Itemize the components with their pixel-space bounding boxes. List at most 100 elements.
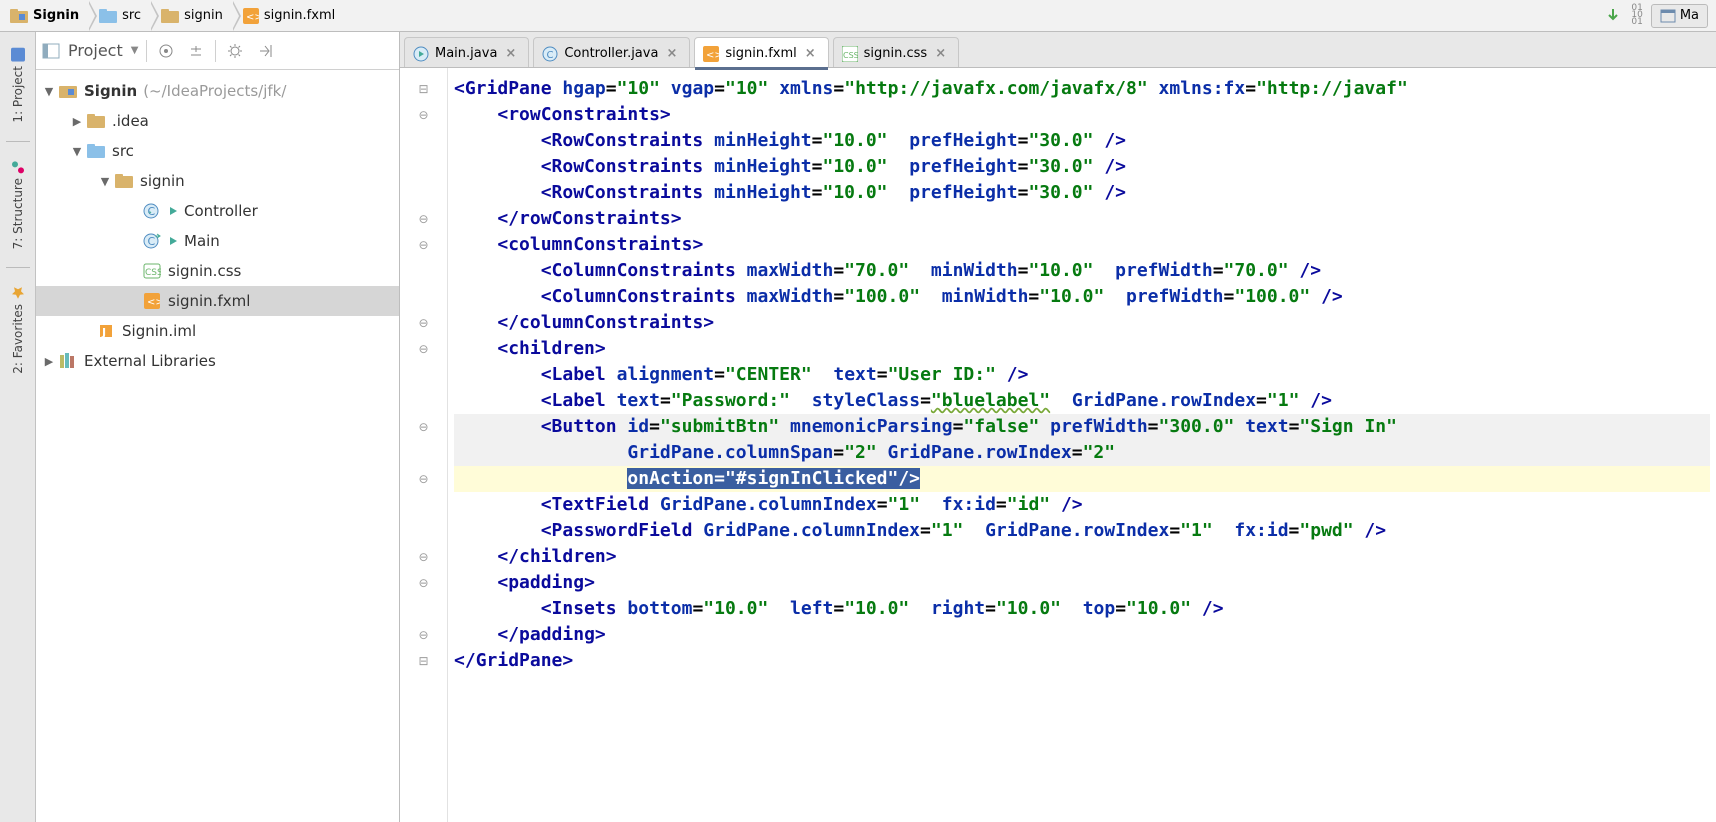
expand-icon[interactable]: ▶ — [68, 115, 86, 128]
code-editor[interactable]: <GridPane hgap="10" vgap="10" xmlns="htt… — [448, 68, 1716, 822]
editor-tabs: Main.java × C Controller.java × <> signi… — [400, 32, 1716, 68]
tree-row[interactable]: ▶ External Libraries — [36, 346, 399, 376]
dropdown-icon[interactable]: ▼ — [131, 45, 139, 56]
project-tool-window: Project ▼ ▼ Signin (~/IdeaProjects/jfk/ … — [36, 32, 400, 822]
project-icon — [11, 48, 25, 62]
panel-icon — [42, 43, 60, 59]
breadcrumb-label: src — [122, 8, 141, 23]
class-icon: C — [142, 201, 162, 221]
tree-label: Signin — [84, 82, 137, 100]
css-file-icon: CSS — [142, 261, 162, 281]
fold-icon[interactable]: ⊖ — [400, 570, 447, 596]
project-tree[interactable]: ▼ Signin (~/IdeaProjects/jfk/ ▶ .idea ▼ … — [36, 70, 399, 382]
fold-icon[interactable]: ⊖ — [400, 466, 447, 492]
svg-text:<>: <> — [147, 297, 160, 308]
folder-module-icon — [10, 9, 28, 23]
layout-label: Ma — [1680, 8, 1699, 23]
download-icon[interactable] — [1603, 7, 1623, 25]
tool-window-bar: 1: Project 7: Structure 2: Favorites — [0, 32, 36, 822]
editor-area: Main.java × C Controller.java × <> signi… — [400, 32, 1716, 822]
css-file-icon: CSS — [842, 46, 858, 62]
close-icon[interactable]: × — [503, 46, 518, 61]
fold-icon[interactable]: ⊖ — [400, 102, 447, 128]
project-panel-header: Project ▼ — [36, 32, 399, 70]
expand-icon[interactable]: ▼ — [96, 175, 114, 188]
fxml-file-icon: <> — [243, 8, 259, 24]
run-marker-icon — [168, 235, 180, 247]
fold-icon[interactable]: ⊖ — [400, 622, 447, 648]
tree-label: Controller — [184, 202, 258, 220]
scroll-to-source-button[interactable] — [155, 40, 177, 62]
java-run-icon — [413, 46, 429, 62]
breadcrumb-bar: Signin src signin <> signin.fxml 011001 … — [0, 0, 1716, 32]
fold-icon[interactable]: ⊖ — [400, 336, 447, 362]
tree-label: Signin.iml — [122, 322, 196, 340]
folder-package-icon — [161, 9, 179, 23]
expand-icon[interactable]: ▼ — [40, 85, 58, 98]
expand-icon[interactable]: ▶ — [40, 355, 58, 368]
svg-text:J: J — [101, 326, 106, 339]
tree-row[interactable]: <> signin.fxml — [36, 286, 399, 316]
libraries-icon — [58, 351, 78, 371]
fold-icon[interactable]: ⊖ — [400, 232, 447, 258]
run-marker-icon — [168, 205, 180, 217]
tree-row[interactable]: ▼ signin — [36, 166, 399, 196]
svg-text:C: C — [148, 235, 156, 248]
structure-icon — [11, 160, 25, 174]
breadcrumb-label: Signin — [33, 8, 79, 23]
fold-icon[interactable]: ⊟ — [400, 76, 447, 102]
tree-row[interactable]: ▶ .idea — [36, 106, 399, 136]
fxml-file-icon: <> — [703, 46, 719, 62]
breadcrumb-label: signin — [184, 8, 223, 23]
binary-icon: 011001 — [1631, 5, 1642, 26]
editor-tab[interactable]: CSS signin.css × — [833, 37, 959, 67]
tab-label: Main.java — [435, 46, 497, 61]
window-layout-button[interactable]: Ma — [1651, 4, 1708, 28]
breadcrumb-item[interactable]: Signin — [0, 1, 89, 31]
breadcrumb-item[interactable]: <> signin.fxml — [233, 1, 345, 31]
sidebar-tab-structure[interactable]: 7: Structure — [9, 152, 27, 257]
fold-icon[interactable]: ⊖ — [400, 310, 447, 336]
tree-label: src — [112, 142, 134, 160]
java-class-icon: C — [542, 46, 558, 62]
close-icon[interactable]: × — [933, 46, 948, 61]
expand-icon[interactable]: ▼ — [68, 145, 86, 158]
tree-label: signin.css — [168, 262, 241, 280]
tree-row[interactable]: J Signin.iml — [36, 316, 399, 346]
svg-text:<>: <> — [706, 50, 719, 61]
package-icon — [114, 171, 134, 191]
layout-icon — [1660, 9, 1676, 23]
breadcrumb-item[interactable]: src — [89, 1, 151, 31]
folder-icon — [86, 111, 106, 131]
breadcrumb-item[interactable]: signin — [151, 1, 233, 31]
folder-src-icon — [86, 141, 106, 161]
hide-button[interactable] — [254, 40, 276, 62]
breadcrumb-label: signin.fxml — [264, 8, 335, 23]
editor-tab[interactable]: Main.java × — [404, 37, 529, 67]
tree-row[interactable]: C Controller — [36, 196, 399, 226]
settings-button[interactable] — [224, 40, 246, 62]
editor-tab[interactable]: C Controller.java × — [533, 37, 690, 67]
fold-icon[interactable]: ⊟ — [400, 648, 447, 674]
fold-icon[interactable]: ⊖ — [400, 414, 447, 440]
close-icon[interactable]: × — [664, 46, 679, 61]
svg-text:CSS: CSS — [843, 51, 858, 60]
tree-row[interactable]: C Main — [36, 226, 399, 256]
sidebar-tab-favorites[interactable]: 2: Favorites — [9, 278, 27, 382]
sidebar-tab-project[interactable]: 1: Project — [9, 40, 27, 131]
collapse-all-button[interactable] — [185, 40, 207, 62]
tree-label: signin.fxml — [168, 292, 250, 310]
svg-text:C: C — [148, 205, 156, 218]
editor-gutter[interactable]: ⊟ ⊖ ⊖ ⊖ ⊖ ⊖ ⊖ ⊖ ⊖ ⊖ ⊖ ⊟ — [400, 68, 448, 822]
editor-tab[interactable]: <> signin.fxml × — [694, 37, 828, 67]
tree-row[interactable]: CSS signin.css — [36, 256, 399, 286]
tree-row-root[interactable]: ▼ Signin (~/IdeaProjects/jfk/ — [36, 76, 399, 106]
module-icon — [58, 81, 78, 101]
tab-label: Controller.java — [564, 46, 658, 61]
tree-row[interactable]: ▼ src — [36, 136, 399, 166]
tab-label: signin.fxml — [725, 46, 796, 61]
close-icon[interactable]: × — [803, 46, 818, 61]
fold-icon[interactable]: ⊖ — [400, 544, 447, 570]
folder-src-icon — [99, 9, 117, 23]
fold-icon[interactable]: ⊖ — [400, 206, 447, 232]
